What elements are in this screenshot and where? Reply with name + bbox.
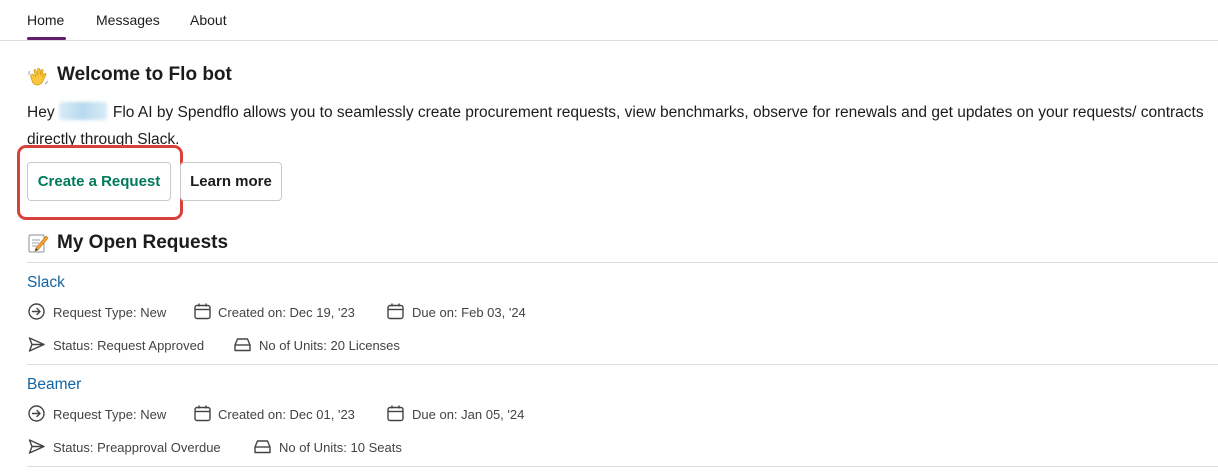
calendar-icon [387,303,404,320]
active-tab-indicator [27,37,66,40]
due-date: Due on: Feb 03, '24 [412,305,526,320]
calendar-icon [194,405,211,422]
open-requests-title: My Open Requests [57,232,229,253]
tab-messages[interactable]: Messages [96,12,160,28]
divider [27,466,1218,467]
divider [27,262,1218,263]
greeting-text: Hey [27,104,55,121]
divider [27,364,1218,365]
memo-icon [28,234,49,253]
welcome-description: Hey Flo AI by Spendflo allows you to sea… [27,99,1207,153]
tab-bar: Home Messages About [0,0,1218,41]
arrow-circle-right-icon [28,405,45,422]
request-status: Status: Request Approved [53,338,205,353]
box-icon [234,338,251,352]
request-name-link[interactable]: Slack [27,274,65,292]
created-date: Created on: Dec 19, '23 [218,305,355,320]
request-name-link[interactable]: Beamer [27,376,81,394]
request-status: Status: Preapproval Overdue [53,440,221,455]
tab-home[interactable]: Home [27,12,64,28]
created-date: Created on: Dec 01, '23 [218,407,355,422]
arrow-circle-right-icon [28,303,45,320]
calendar-icon [194,303,211,320]
send-icon [28,439,45,454]
waving-hand-icon [28,67,48,86]
box-icon [254,440,271,454]
welcome-title: Welcome to Flo bot [57,64,232,85]
user-mention[interactable] [58,102,107,120]
request-type: Request Type: New [53,407,167,422]
create-request-button[interactable]: Create a Request [27,162,171,201]
description-text: Flo AI by Spendflo allows you to seamles… [27,104,1204,148]
send-icon [28,337,45,352]
request-type: Request Type: New [53,305,167,320]
units-count: No of Units: 10 Seats [279,440,402,455]
tab-about[interactable]: About [190,12,227,28]
calendar-icon [387,405,404,422]
units-count: No of Units: 20 Licenses [259,338,400,353]
learn-more-button[interactable]: Learn more [180,162,282,201]
due-date: Due on: Jan 05, '24 [412,407,525,422]
